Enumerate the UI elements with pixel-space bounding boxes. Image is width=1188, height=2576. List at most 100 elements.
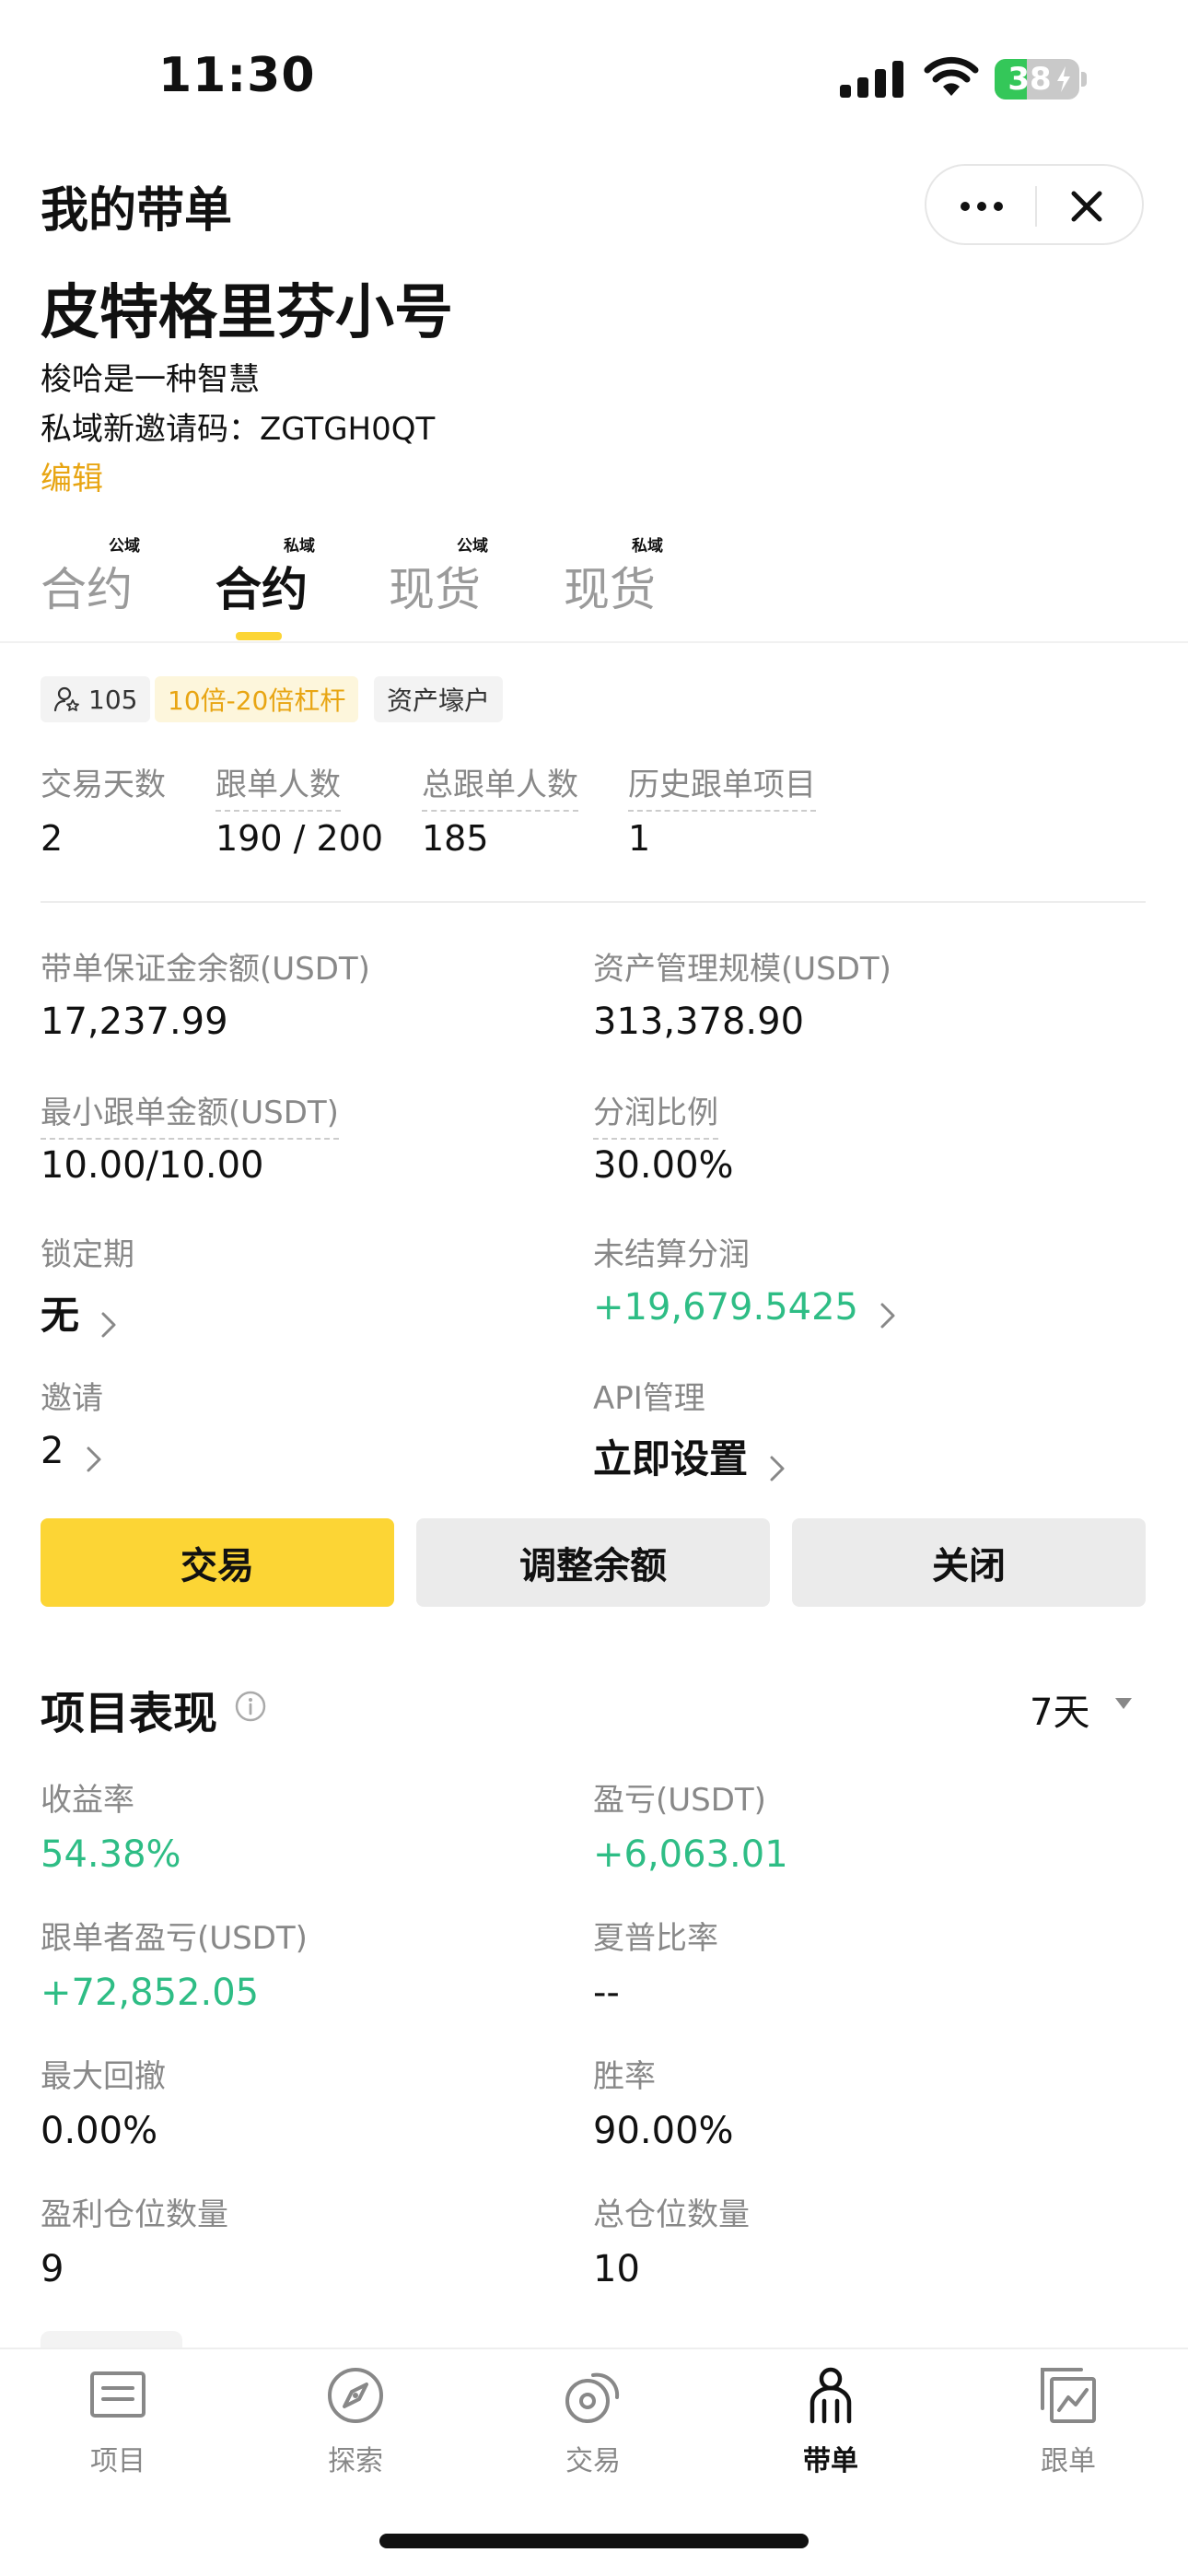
followers-count: 105 — [88, 684, 138, 715]
signal-icon — [840, 61, 903, 98]
lead-icon — [809, 2367, 852, 2424]
invite-code-line: 私域新邀请码：ZGTGH0QT — [41, 404, 435, 449]
profit-share-label[interactable]: 分润比例 — [593, 1087, 718, 1140]
margin-value: 17,237.99 — [41, 1001, 228, 1043]
adjust-balance-button[interactable]: 调整余额 — [416, 1518, 770, 1607]
battery-level: 38 — [1007, 61, 1052, 98]
chevron-right-icon — [880, 1303, 895, 1328]
invite-row[interactable]: 2 — [41, 1430, 102, 1473]
max-drawdown-label: 最大回撤 — [41, 2058, 166, 2095]
nav-item-trade[interactable]: 交易 — [519, 2364, 667, 2478]
nav-label: 跟单 — [1041, 2445, 1096, 2477]
follower-pnl-label: 跟单者盈亏(USDT) — [41, 1920, 308, 1957]
asset-tag: 资产壕户 — [374, 676, 504, 722]
nav-label: 带单 — [803, 2445, 858, 2477]
close-project-button[interactable]: 关闭 — [792, 1518, 1146, 1607]
lock-period-row[interactable]: 无 — [41, 1284, 117, 1341]
followers-label[interactable]: 跟单人数 — [215, 759, 341, 812]
nav-item-project[interactable]: 项目 — [44, 2364, 192, 2478]
bolt-icon — [1057, 66, 1070, 92]
copy-icon — [1041, 2368, 1096, 2423]
history-projects-label[interactable]: 历史跟单项目 — [628, 759, 816, 812]
unsettled-row[interactable]: +19,679.5425 — [593, 1286, 896, 1329]
margin-label: 带单保证金余额(USDT) — [41, 951, 370, 988]
nav-label: 探索 — [328, 2445, 383, 2477]
api-label: API管理 — [593, 1380, 705, 1417]
api-value: 立即设置 — [593, 1436, 749, 1481]
unsettled-value: +19,679.5425 — [593, 1286, 858, 1329]
tab-spot-private[interactable]: 现货 — [564, 553, 656, 619]
more-dot-icon — [977, 202, 986, 211]
tab-futures-public[interactable]: 合约 — [41, 553, 133, 619]
page-title: 我的带单 — [41, 183, 233, 239]
profit-share-value: 30.00% — [593, 1144, 734, 1187]
performance-title: 项目表现 — [41, 1688, 218, 1739]
nav-label: 交易 — [565, 2445, 621, 2477]
followers-value: 190 / 200 — [215, 818, 384, 859]
max-drawdown-value: 0.00% — [41, 2110, 158, 2152]
lock-period-value: 无 — [41, 1293, 80, 1338]
min-amount-label[interactable]: 最小跟单金额(USDT) — [41, 1087, 339, 1140]
api-row[interactable]: 立即设置 — [593, 1428, 786, 1484]
history-projects-value: 1 — [628, 818, 651, 859]
close-icon[interactable] — [1065, 184, 1109, 228]
compass-icon — [328, 2368, 383, 2423]
nav-label: 项目 — [90, 2445, 146, 2477]
win-rate-label: 胜率 — [593, 2058, 656, 2095]
winning-positions-label: 盈利仓位数量 — [41, 2196, 228, 2233]
capsule-divider — [1035, 186, 1037, 227]
total-followers-label[interactable]: 总跟单人数 — [422, 759, 578, 812]
unsettled-label: 未结算分润 — [593, 1236, 750, 1273]
more-button[interactable] — [954, 192, 1009, 221]
sharpe-value: -- — [593, 1972, 620, 2014]
aum-label: 资产管理规模(USDT) — [593, 951, 891, 988]
caret-down-icon[interactable] — [1114, 1697, 1133, 1710]
nickname: 皮特格里芬小号 — [41, 279, 453, 347]
tab-futures-private[interactable]: 合约 — [215, 553, 308, 619]
section-divider — [41, 901, 1146, 903]
partial-chip — [41, 2331, 182, 2349]
total-positions-value: 10 — [593, 2248, 640, 2290]
tab-active-indicator — [236, 632, 282, 640]
invite-code-label: 私域新邀请码： — [41, 411, 260, 448]
total-followers-value: 185 — [422, 818, 489, 859]
nav-item-explore[interactable]: 探索 — [282, 2364, 429, 2478]
pnl-label: 盈亏(USDT) — [593, 1782, 766, 1819]
invite-code[interactable]: ZGTGH0QT — [260, 411, 435, 448]
nav-item-lead[interactable]: 带单 — [757, 2364, 904, 2478]
tab-divider — [0, 641, 1188, 643]
mini-program-capsule — [925, 164, 1144, 245]
min-amount-value: 10.00/10.00 — [41, 1144, 264, 1187]
pnl-value: +6,063.01 — [593, 1833, 788, 1876]
win-rate-value: 90.00% — [593, 2110, 734, 2152]
user-star-icon — [53, 686, 79, 712]
roi-value: 54.38% — [41, 1833, 181, 1876]
follower-pnl-value: +72,852.05 — [41, 1972, 260, 2014]
sharpe-label: 夏普比率 — [593, 1920, 718, 1957]
battery-icon: 38 — [995, 59, 1079, 100]
period-selector[interactable]: 7天 — [1030, 1682, 1089, 1736]
aum-value: 313,378.90 — [593, 1001, 805, 1043]
wifi-icon — [924, 56, 979, 96]
chevron-right-icon — [101, 1312, 116, 1337]
edit-link[interactable]: 编辑 — [41, 453, 103, 498]
trading-days-label: 交易天数 — [41, 767, 166, 803]
battery-cap — [1081, 72, 1087, 87]
invite-label: 邀请 — [41, 1380, 103, 1417]
trade-button[interactable]: 交易 — [41, 1518, 394, 1607]
followers-tag: 105 — [41, 676, 151, 722]
roi-label: 收益率 — [41, 1782, 134, 1819]
info-icon[interactable] — [234, 1690, 267, 1723]
trading-days-value: 2 — [41, 818, 64, 859]
home-indicator[interactable] — [379, 2534, 809, 2548]
chevron-right-icon — [87, 1446, 101, 1471]
winning-positions-value: 9 — [41, 2248, 64, 2290]
total-positions-label: 总仓位数量 — [593, 2196, 750, 2233]
status-time: 11:30 — [158, 48, 316, 103]
nav-item-copy[interactable]: 跟单 — [995, 2364, 1142, 2478]
project-icon — [90, 2371, 146, 2418]
more-dot-icon — [994, 202, 1003, 211]
more-dot-icon — [961, 202, 970, 211]
tab-spot-public[interactable]: 现货 — [389, 553, 481, 619]
lock-period-label: 锁定期 — [41, 1236, 134, 1273]
